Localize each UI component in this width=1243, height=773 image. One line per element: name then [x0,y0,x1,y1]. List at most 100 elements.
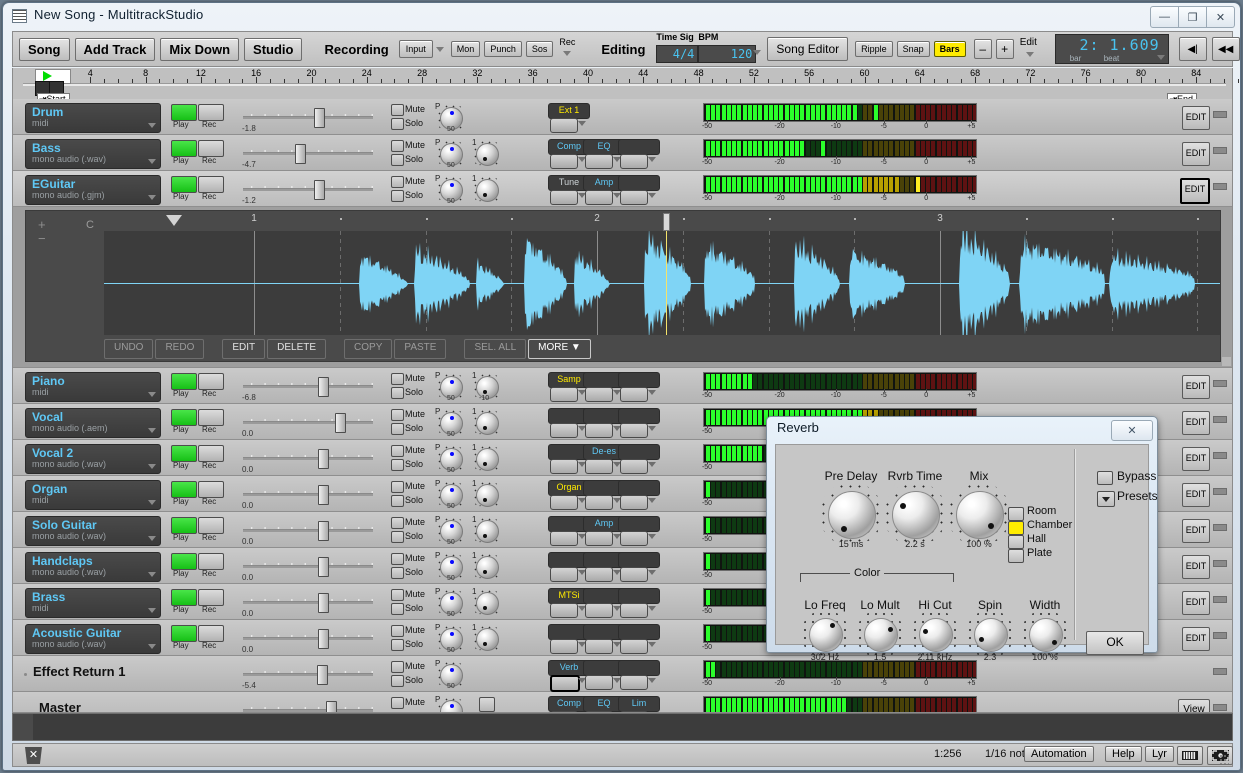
zoom-in-icon[interactable]: + [38,217,46,232]
track-edit-button[interactable]: EDIT [1182,591,1210,615]
fader-handle[interactable] [314,108,325,128]
fx-chevron-down-icon[interactable] [648,390,656,395]
track-volume-fader[interactable] [241,516,375,543]
bus-mute-checkbox[interactable] [391,661,404,673]
track-chevron-down-icon[interactable] [148,195,156,200]
track-name-box[interactable]: Bassmono audio (.wav) [25,139,161,169]
fx-slot[interactable] [618,660,660,676]
fx-slot-button[interactable] [585,567,613,582]
master-row[interactable]: Master0.0MuteMonoP50CompEQLim-50-20-10-5… [13,692,1232,713]
bus-mini-slot[interactable] [1213,704,1227,711]
track-rec-button[interactable] [198,104,224,121]
fx-slot[interactable] [618,372,660,388]
reverb-close-button[interactable]: ✕ [1111,420,1153,441]
close-button[interactable]: ✕ [1207,6,1235,28]
fx-chevron-down-icon[interactable] [648,570,656,575]
knob[interactable] [440,556,461,577]
master-mono-checkbox[interactable] [479,697,495,712]
reverb-knob[interactable] [956,491,1004,539]
track-solo-checkbox[interactable] [391,118,404,130]
knob[interactable] [476,484,497,505]
knob[interactable] [476,520,497,541]
track-chevron-down-icon[interactable] [148,123,156,128]
track-name-box[interactable]: Solo Guitarmono audio (.wav) [25,516,161,546]
fx-slot-button[interactable] [620,675,648,690]
trash-icon[interactable]: ✕ [25,747,42,764]
fx-slot[interactable] [618,139,660,155]
track-play-button[interactable] [171,589,197,606]
fx-slot-button[interactable] [585,603,613,618]
bpm-chevron-down-icon[interactable] [753,50,761,55]
track-row[interactable]: EGuitarmono audio (.gjm)PlayRec-1.2MuteS… [13,171,1232,207]
track-play-button[interactable] [171,517,197,534]
track-mini-slot[interactable] [1213,380,1227,387]
track-mini-slot[interactable] [1213,111,1227,118]
track-edit-button[interactable]: EDIT [1182,519,1210,543]
editor-paste-button[interactable]: PASTE [394,339,446,359]
knob[interactable] [440,376,461,397]
editor-copy-button[interactable]: COPY [344,339,392,359]
song-button[interactable]: Song [19,38,70,61]
track-play-button[interactable] [171,481,197,498]
track-edit-button[interactable]: EDIT [1180,178,1210,204]
track-play-button[interactable] [171,373,197,390]
fx-slot-button[interactable] [550,639,578,654]
ripple-button[interactable]: Ripple [855,41,893,57]
fx-slot-button[interactable] [550,675,580,692]
track-name-box[interactable]: Drummidi [25,103,161,133]
track-row[interactable]: DrummidiPlayRec-1.8MuteSoloP50Ext 1-50-2… [13,99,1232,135]
track-name-box[interactable]: Pianomidi [25,372,161,402]
track-play-button[interactable] [171,625,197,642]
track-solo-checkbox[interactable] [391,459,404,471]
knob[interactable] [476,592,497,613]
track-mini-slot[interactable] [1213,452,1227,459]
track-mini-slot[interactable] [1213,416,1227,423]
fader-handle[interactable] [335,413,346,433]
fx-chevron-down-icon[interactable] [648,498,656,503]
track-solo-checkbox[interactable] [391,495,404,507]
track-name-box[interactable]: Acoustic Guitarmono audio (.wav) [25,624,161,654]
track-solo-checkbox[interactable] [391,387,404,399]
fx-slot[interactable]: Lim [618,696,660,712]
bus-volume-fader[interactable] [241,660,375,687]
input-chevron-down-icon[interactable] [436,47,444,52]
reverb-knob[interactable] [892,491,940,539]
fx-chevron-down-icon[interactable] [648,426,656,431]
transport-display[interactable]: 2: 1.609 bar beat [1055,34,1169,64]
help-button[interactable]: Help [1105,746,1142,762]
track-chevron-down-icon[interactable] [148,392,156,397]
track-chevron-down-icon[interactable] [148,159,156,164]
fx-slot-button[interactable] [550,190,578,205]
knob[interactable] [476,628,497,649]
track-mute-checkbox[interactable] [391,373,404,385]
knob[interactable] [476,376,497,397]
track-row[interactable]: PianomidiPlayRec-6.8MuteSoloP501-10Samp-… [13,368,1232,404]
minimize-button[interactable]: — [1150,6,1179,28]
fader-handle[interactable] [318,485,329,505]
track-mini-slot[interactable] [1213,560,1227,567]
track-volume-fader[interactable] [241,624,375,651]
track-mute-checkbox[interactable] [391,445,404,457]
fx-slot[interactable] [618,444,660,460]
bus-mute-checkbox[interactable] [391,697,404,709]
fx-chevron-down-icon[interactable] [648,642,656,647]
sos-button[interactable]: Sos [526,41,554,57]
fx-slot-button[interactable] [620,154,648,169]
fx-slot-button[interactable] [620,495,648,510]
track-volume-fader[interactable] [241,139,375,166]
fx-chevron-down-icon[interactable] [648,462,656,467]
fx-slot-button[interactable] [550,118,578,133]
knob[interactable] [476,179,497,200]
go-to-start-button[interactable]: ◀| [1179,37,1207,61]
track-play-button[interactable] [171,176,197,193]
reverb-type-checkbox[interactable] [1008,521,1024,535]
knob[interactable] [440,592,461,613]
track-volume-fader[interactable] [241,480,375,507]
track-rec-button[interactable] [198,373,224,390]
fader-handle[interactable] [318,629,329,649]
fx-slot-button[interactable] [585,423,613,438]
track-rec-button[interactable] [198,517,224,534]
track-mute-checkbox[interactable] [391,481,404,493]
fx-chevron-down-icon[interactable] [648,534,656,539]
fx-slot-button[interactable] [550,154,578,169]
